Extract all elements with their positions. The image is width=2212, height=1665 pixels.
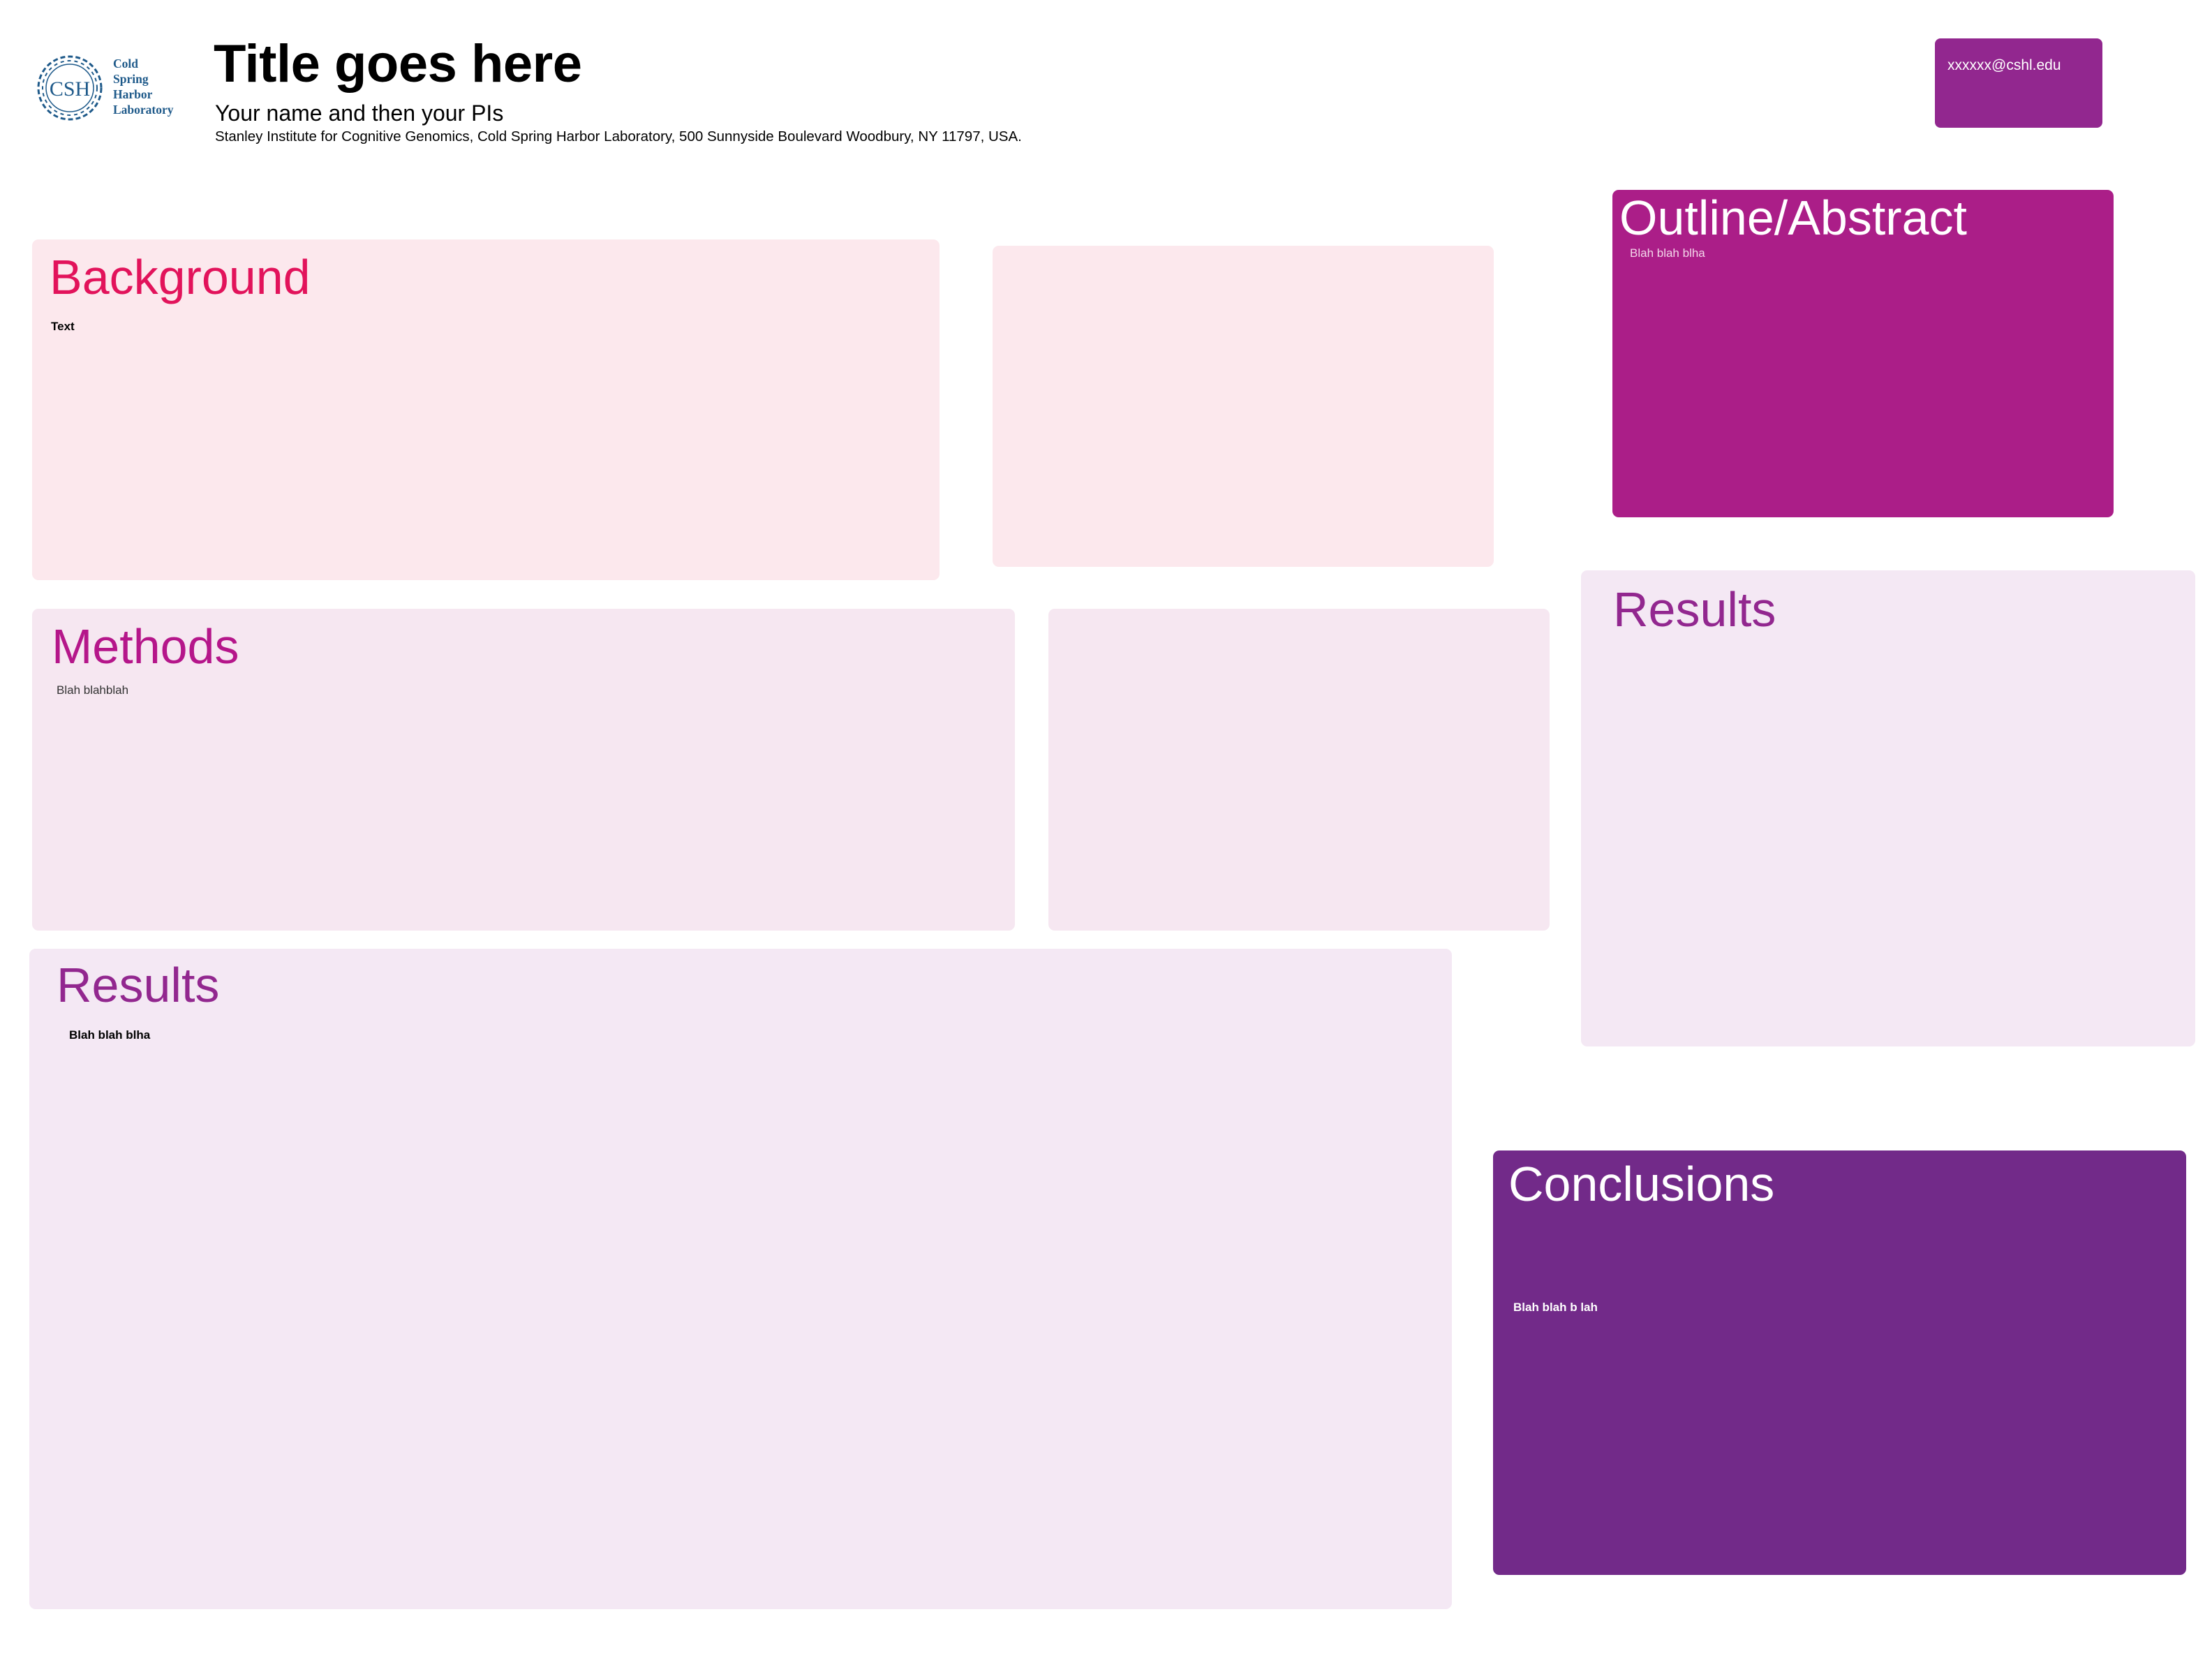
methods-text: Blah blahblah [57, 683, 129, 697]
conclusions-panel: Conclusions Blah blah b lah [1493, 1150, 2186, 1575]
background-title: Background [50, 250, 311, 304]
logo-line: Spring [113, 72, 149, 86]
poster-affiliation: Stanley Institute for Cognitive Genomics… [215, 128, 1022, 145]
conclusions-text: Blah blah b lah [1513, 1301, 1598, 1314]
background-figure-panel [993, 246, 1494, 567]
logo-line: Cold [113, 57, 138, 71]
results-main-text: Blah blah blha [69, 1028, 151, 1042]
background-text: Text [51, 320, 75, 333]
poster-authors: Your name and then your PIs [215, 101, 504, 126]
dna-ring-icon: CSH [37, 55, 103, 121]
results-right-title: Results [1613, 582, 1776, 637]
outline-panel: Outline/Abstract Blah blah blha [1612, 190, 2114, 517]
contact-email: xxxxxx@cshl.edu [1947, 57, 2061, 73]
logo-seal-text: CSH [50, 77, 90, 101]
csh-logo-seal: CSH [35, 53, 105, 123]
background-panel: Background Text [32, 239, 940, 580]
results-main-panel: Results Blah blah blha [29, 949, 1452, 1609]
logo-wordmark: Cold Spring Harbor Laboratory [113, 56, 174, 117]
results-main-title: Results [57, 958, 220, 1012]
methods-title: Methods [52, 619, 239, 674]
poster-title: Title goes here [214, 34, 582, 94]
conclusions-title: Conclusions [1508, 1157, 1775, 1211]
logo-line: Laboratory [113, 103, 174, 117]
logo-line: Harbor [113, 87, 153, 101]
outline-text: Blah blah blha [1630, 246, 1705, 260]
results-right-panel: Results [1581, 570, 2195, 1046]
email-box: xxxxxx@cshl.edu [1935, 38, 2102, 128]
methods-panel: Methods Blah blahblah [32, 609, 1015, 931]
outline-title: Outline/Abstract [1619, 191, 1967, 245]
methods-figure-panel [1048, 609, 1550, 931]
